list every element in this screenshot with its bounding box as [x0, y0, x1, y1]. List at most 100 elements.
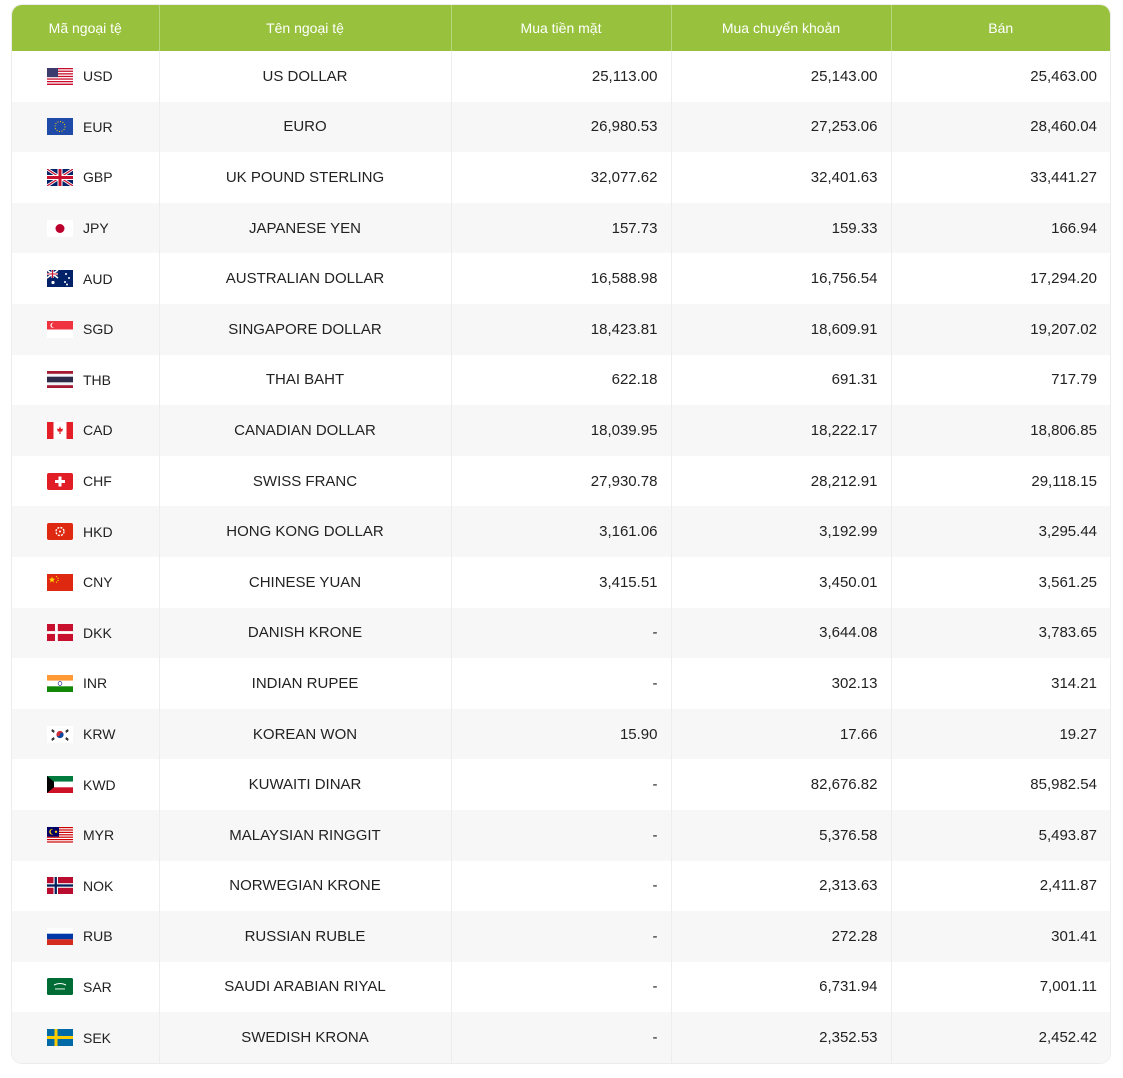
- sell-rate: 33,441.27: [1030, 168, 1097, 186]
- sell-rate: 85,982.54: [1030, 776, 1097, 794]
- currency-code-cell: CNY: [12, 556, 160, 608]
- table-row: RUB RUSSIAN RUBLE -272.28 301.41: [12, 911, 1110, 962]
- sell-rate: 2,411.87: [1039, 877, 1097, 895]
- currency-code: CHF: [83, 473, 112, 490]
- currency-code-cell: SGD: [12, 303, 160, 355]
- currency-code: GBP: [83, 169, 113, 186]
- table-row: SAR SAUDI ARABIAN RIYAL -6,731.94 7,001.11: [12, 961, 1110, 1013]
- cash-buy-rate: 3,161.06: [451, 506, 672, 557]
- china-flag-icon: [47, 573, 73, 591]
- currency-code: SGD: [83, 321, 114, 338]
- transfer-buy-rate: 691.31: [671, 354, 892, 406]
- currency-code: EUR: [83, 118, 113, 135]
- sell-rate: 3,561.25: [1038, 573, 1097, 591]
- cash-buy-rate: -: [451, 911, 672, 962]
- exchange-rate-table-container: Mã ngoại tệ Tên ngoại tệ Mua tiền mặt Mu…: [12, 5, 1110, 1063]
- table-header-row: Mã ngoại tệ Tên ngoại tệ Mua tiền mặt Mu…: [12, 5, 1110, 51]
- currency-code-cell: AUD: [12, 253, 160, 304]
- table-row: THB THAI BAHT 622.18 691.31 717.79: [12, 354, 1110, 406]
- currency-name: US DOLLAR: [159, 51, 452, 102]
- currency-code-cell: DKK: [12, 607, 160, 659]
- cash-buy-rate: -: [451, 961, 672, 1013]
- sell-rate: 3,783.65: [891, 607, 1110, 659]
- hongkong-flag-icon: [47, 523, 73, 541]
- table-row: MYR MALAYSIAN RINGGIT -5,376.58 5,493.87: [12, 809, 1110, 861]
- currency-code: MYR: [83, 827, 115, 844]
- currency-code: CNY: [83, 574, 113, 591]
- cash-buy-rate: -: [451, 607, 672, 659]
- table-row: JPY JAPANESE YEN 157.73 159.33 166.94: [12, 202, 1110, 254]
- currency-code-cell: INR: [12, 658, 160, 709]
- cash-buy-rate: 27,930.78: [451, 455, 672, 507]
- currency-name: THAI BAHT: [159, 354, 452, 406]
- currency-code: RUB: [83, 928, 113, 945]
- currency-code: INR: [83, 675, 108, 692]
- currency-code: KWD: [83, 776, 116, 793]
- currency-code-cell: GBP: [12, 152, 160, 203]
- transfer-buy-rate: 17.66: [671, 708, 892, 760]
- eu-flag-icon: [47, 118, 73, 136]
- sell-rate: 301.41: [891, 911, 1110, 962]
- currency-code-cell: RUB: [12, 911, 160, 962]
- sell-rate: 2,452.42: [891, 1012, 1110, 1063]
- transfer-buy-rate: 3,192.99: [671, 506, 892, 557]
- header-transfer-buy: Mua chuyển khoản: [671, 5, 892, 51]
- transfer-buy-rate: 5,376.58: [671, 809, 892, 861]
- header-cash-buy: Mua tiền mặt: [451, 5, 672, 51]
- currency-name: SWISS FRANC: [159, 455, 452, 507]
- cash-buy-rate: -: [451, 759, 672, 810]
- uk-flag-icon: [47, 168, 73, 186]
- sell-rate: 5,493.87: [891, 809, 1110, 861]
- currency-code-cell: SAR: [12, 961, 160, 1013]
- table-row: SGD SINGAPORE DOLLAR 18,423.81 18,609.91 19,…: [12, 303, 1110, 355]
- currency-name: RUSSIAN RUBLE: [159, 911, 452, 962]
- currency-name: CHINESE YUAN: [159, 556, 452, 608]
- table-row: KWD KUWAITI DINAR -82,676.82 85,982.54: [12, 759, 1110, 810]
- table-row: KRW KOREAN WON 15.90 17.66 19.27: [12, 708, 1110, 760]
- header-sell: Bán: [891, 5, 1110, 51]
- cash-buy-rate: 157.73: [451, 202, 672, 254]
- transfer-buy-rate: 159.33: [671, 202, 892, 254]
- currency-code-cell: NOK: [12, 860, 160, 912]
- table-row: GBP UK POUND STERLING 32,077.62 32,401.63 33…: [12, 152, 1110, 203]
- currency-name: MALAYSIAN RINGGIT: [159, 809, 452, 861]
- currency-code: THB: [83, 371, 111, 388]
- transfer-buy-rate: 28,212.91: [671, 455, 892, 507]
- cash-buy-rate: -: [451, 658, 672, 709]
- table-row: AUD AUSTRALIAN DOLLAR 16,588.98 16,756.54 17…: [12, 253, 1110, 304]
- currency-code-cell: CAD: [12, 405, 160, 456]
- cash-buy-rate: 25,113.00: [451, 51, 672, 102]
- cash-buy-rate: 16,588.98: [451, 253, 672, 304]
- kuwait-flag-icon: [47, 776, 73, 794]
- cash-buy-rate: 622.18: [451, 354, 672, 406]
- currency-code: SAR: [83, 978, 112, 995]
- exchange-rate-table: Mã ngoại tệ Tên ngoại tệ Mua tiền mặt Mu…: [12, 5, 1110, 1063]
- currency-code: HKD: [83, 523, 113, 540]
- transfer-buy-rate: 25,143.00: [671, 51, 892, 102]
- currency-code-cell: KWD: [12, 759, 160, 810]
- denmark-flag-icon: [47, 624, 73, 642]
- canada-flag-icon: [47, 421, 73, 439]
- cash-buy-rate: -: [451, 809, 672, 861]
- cash-buy-rate: 32,077.62: [451, 152, 672, 203]
- sell-rate: 166.94: [891, 202, 1110, 254]
- currency-name: SINGAPORE DOLLAR: [159, 303, 452, 355]
- table-row: CAD CANADIAN DOLLAR 18,039.95 18,222.17 18,8…: [12, 405, 1110, 456]
- saudi-flag-icon: [47, 978, 73, 996]
- currency-name: UK POUND STERLING: [159, 152, 452, 203]
- currency-name: NORWEGIAN KRONE: [159, 860, 452, 912]
- transfer-buy-rate: 82,676.82: [671, 759, 892, 810]
- currency-code-cell: JPY: [12, 202, 160, 254]
- currency-name: SWEDISH KRONA: [159, 1012, 452, 1063]
- transfer-buy-rate: 272.28: [671, 911, 892, 962]
- currency-code: SEK: [83, 1029, 112, 1046]
- russia-flag-icon: [47, 927, 73, 945]
- transfer-buy-rate: 2,352.53: [671, 1012, 892, 1063]
- cash-buy-rate: -: [451, 1012, 672, 1063]
- currency-code-cell: EUR: [12, 101, 160, 153]
- currency-code-cell: THB: [12, 354, 160, 406]
- currency-code-cell: USD: [12, 51, 160, 102]
- currency-name: SAUDI ARABIAN RIYAL: [159, 961, 452, 1013]
- sell-rate: 19.27: [891, 708, 1110, 760]
- singapore-flag-icon: [47, 320, 73, 338]
